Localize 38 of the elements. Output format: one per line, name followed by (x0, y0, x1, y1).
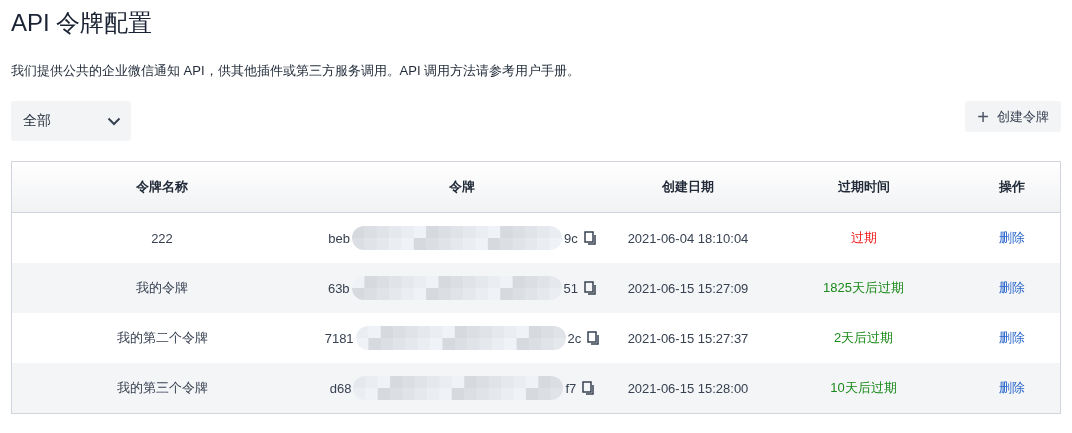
create-token-button[interactable]: + 创建令牌 (965, 101, 1061, 132)
column-header: 令牌名称 (136, 178, 188, 196)
column-header: 操作 (998, 178, 1025, 196)
table-cell: 222 (151, 230, 173, 246)
table-cell: 我的令牌 (136, 279, 188, 297)
table-cell: 2021-06-15 15:28:00 (627, 380, 749, 396)
token-text: 9c (564, 230, 578, 246)
delete-link[interactable]: 删除 (998, 280, 1025, 295)
expiry-status: 10天后过期 (830, 379, 897, 397)
expiry-status: 过期 (850, 229, 877, 247)
table-cell: 2021-06-15 15:27:09 (627, 280, 749, 296)
column-header: 过期时间 (837, 178, 890, 196)
token-text: 63b (327, 280, 350, 296)
token-text: 2c (567, 330, 582, 346)
copy-icon (584, 281, 597, 295)
token-text: d68 (329, 380, 352, 396)
copy-icon (583, 231, 596, 245)
copy-icon (582, 381, 595, 395)
copy-icon (587, 331, 600, 345)
filter-dropdown[interactable]: 全部 (11, 101, 131, 141)
delete-link[interactable]: 删除 (998, 380, 1025, 395)
chevron-down-icon (107, 116, 121, 126)
expiry-status: 1825天后过期 (823, 279, 904, 297)
token-text: 51 (563, 280, 579, 296)
expiry-status: 2天后过期 (833, 329, 894, 347)
token-text: beb (328, 230, 350, 246)
table-cell: 2021-06-15 15:27:37 (627, 330, 749, 346)
column-header: 令牌 (449, 178, 475, 196)
delete-link[interactable]: 删除 (998, 230, 1025, 245)
table-cell: 我的第二个令牌 (116, 329, 208, 347)
table-cell: 2021-06-04 18:10:04 (627, 230, 749, 246)
token-text: f7 (565, 380, 577, 396)
page-title: API 令牌配置 (11, 8, 154, 38)
column-header: 创建日期 (662, 178, 714, 196)
token-text: 7181 (324, 330, 354, 346)
delete-link[interactable]: 删除 (998, 330, 1025, 345)
table-cell: 我的第三个令牌 (116, 379, 208, 397)
description-text: 我们提供公共的企业微信通知 API，供其他插件或第三方服务调用。API 调用方法请参考用户手册。 (11, 62, 582, 80)
